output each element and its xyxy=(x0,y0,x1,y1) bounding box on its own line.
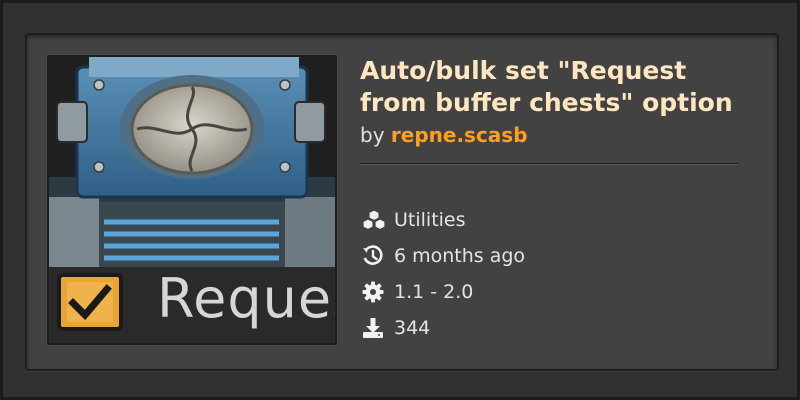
versions-text: 1.1 - 2.0 xyxy=(394,281,474,303)
download-icon xyxy=(362,316,388,340)
gear-icon xyxy=(362,280,388,304)
cubes-icon xyxy=(362,208,388,232)
byline: by repne.scasb xyxy=(360,123,528,147)
downloads-row: 344 xyxy=(362,316,430,340)
category-text[interactable]: Utilities xyxy=(394,209,466,231)
downloads-text: 344 xyxy=(394,317,431,339)
checkbox-icon xyxy=(57,273,123,331)
author-link[interactable]: repne.scasb xyxy=(391,123,528,147)
updated-text: 6 months ago xyxy=(394,245,526,267)
mod-thumbnail[interactable]: Reques xyxy=(47,55,337,345)
category-row: Utilities xyxy=(362,208,466,232)
versions-row: 1.1 - 2.0 xyxy=(362,280,473,304)
thumbnail-label: Reques xyxy=(157,267,335,330)
mod-title[interactable]: Auto/bulk set "Request from buffer chest… xyxy=(360,55,750,119)
by-label: by xyxy=(360,123,385,147)
divider xyxy=(360,163,738,165)
history-icon xyxy=(362,244,388,268)
updated-row: 6 months ago xyxy=(362,244,525,268)
